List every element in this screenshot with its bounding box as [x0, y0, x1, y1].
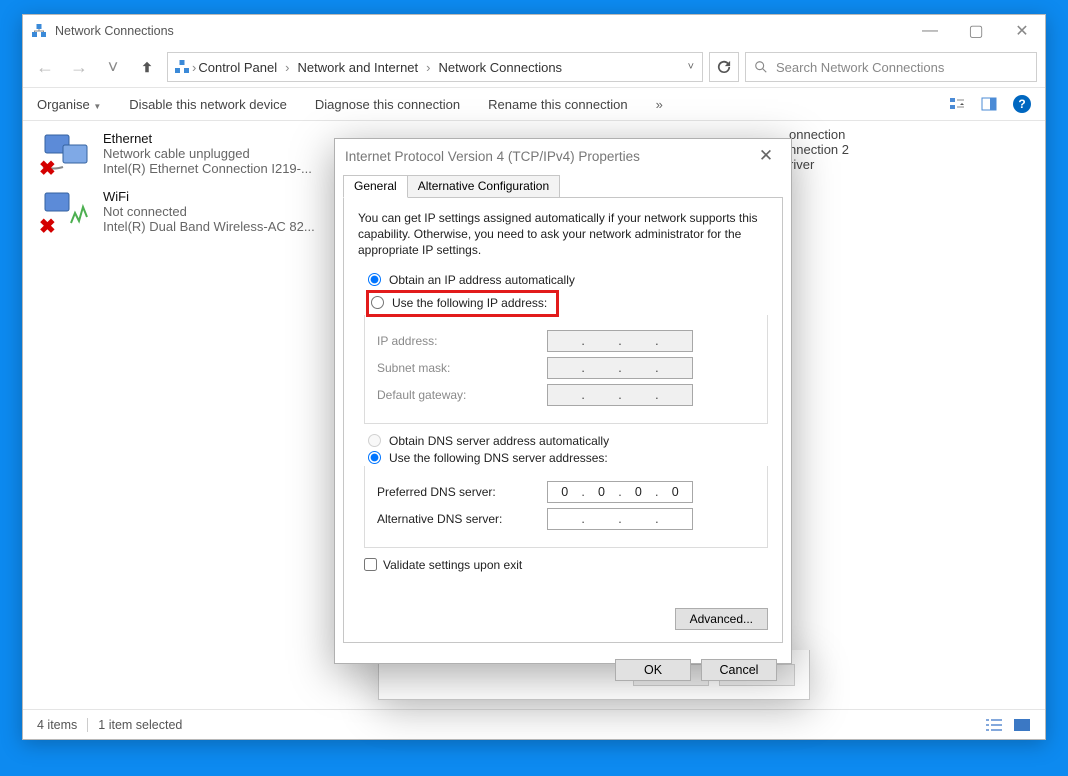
help-icon[interactable]: ?	[1013, 95, 1031, 113]
network-icon	[31, 23, 47, 39]
search-placeholder: Search Network Connections	[776, 60, 944, 75]
row-preferred-dns: Preferred DNS server: 0. 0. 0. 0	[377, 481, 755, 503]
radio-ip-auto-input[interactable]	[368, 273, 381, 286]
ipv4-properties-dialog: Internet Protocol Version 4 (TCP/IPv4) P…	[334, 138, 792, 664]
rename-button[interactable]: Rename this connection	[488, 97, 627, 112]
connection-name: Ethernet	[103, 131, 312, 146]
chevron-right-icon: ›	[424, 60, 432, 75]
dialog-button-row: OK Cancel	[335, 651, 791, 693]
toolbar-overflow[interactable]: »	[656, 97, 663, 112]
obscured-connection-text: onnection nnection 2 river	[789, 127, 919, 172]
disable-device-button[interactable]: Disable this network device	[129, 97, 287, 112]
error-x-icon: ✖	[39, 156, 56, 181]
label-alternative-dns: Alternative DNS server:	[377, 512, 547, 526]
location-icon	[174, 59, 190, 75]
item-count: 4 items	[37, 718, 77, 732]
radio-dns-manual[interactable]: Use the following DNS server addresses:	[368, 451, 768, 465]
dialog-tabs: General Alternative Configuration	[335, 175, 791, 198]
dialog-title: Internet Protocol Version 4 (TCP/IPv4) P…	[345, 149, 640, 164]
status-bar: 4 items 1 item selected	[23, 709, 1045, 739]
tab-alternative-configuration[interactable]: Alternative Configuration	[407, 175, 560, 198]
checkbox-validate-on-exit[interactable]: Validate settings upon exit	[364, 558, 768, 572]
checkbox-validate-input[interactable]	[364, 558, 377, 571]
tab-general-body: You can get IP settings assigned automat…	[343, 197, 783, 643]
close-button[interactable]: ✕	[999, 15, 1045, 47]
up-button[interactable]	[133, 53, 161, 81]
dns-fieldset: Preferred DNS server: 0. 0. 0. 0 Alterna…	[364, 466, 768, 548]
breadcrumb-item[interactable]: Network and Internet	[297, 60, 418, 75]
radio-dns-auto-input	[368, 434, 381, 447]
connection-status: Network cable unplugged	[103, 146, 312, 161]
dialog-titlebar: Internet Protocol Version 4 (TCP/IPv4) P…	[335, 139, 791, 173]
row-subnet-mask: Subnet mask: ...	[377, 357, 755, 379]
ip-fieldset: IP address: ... Subnet mask: ... Default…	[364, 315, 768, 424]
maximize-button[interactable]: ▢	[953, 15, 999, 47]
highlight-use-following-ip: Use the following IP address:	[366, 290, 559, 317]
label-default-gateway: Default gateway:	[377, 388, 547, 402]
nav-row: ← → ˅ › Control Panel › Network and Inte…	[23, 47, 1045, 87]
input-alternative-dns[interactable]: ...	[547, 508, 693, 530]
input-ip-address: ...	[547, 330, 693, 352]
connection-ethernet[interactable]: ✖ Ethernet Network cable unplugged Intel…	[39, 127, 349, 185]
radio-ip-manual[interactable]: Use the following IP address:	[371, 296, 547, 310]
forward-button[interactable]: →	[65, 53, 93, 81]
address-bar[interactable]: › Control Panel › Network and Internet ›…	[167, 52, 703, 82]
large-icons-view-icon[interactable]	[1013, 718, 1031, 732]
search-icon	[754, 60, 768, 74]
label-subnet-mask: Subnet mask:	[377, 361, 547, 375]
row-ip-address: IP address: ...	[377, 330, 755, 352]
window-title: Network Connections	[55, 24, 174, 38]
connection-wifi[interactable]: ✖ WiFi Not connected Intel(R) Dual Band …	[39, 185, 349, 243]
breadcrumb-item[interactable]: Control Panel	[198, 60, 277, 75]
preview-pane-icon[interactable]	[981, 96, 997, 112]
connection-status: Not connected	[103, 204, 315, 219]
ok-button[interactable]: OK	[615, 659, 691, 681]
error-x-icon: ✖	[39, 214, 56, 239]
breadcrumb-item[interactable]: Network Connections	[439, 60, 563, 75]
cancel-button[interactable]: Cancel	[701, 659, 777, 681]
dialog-close-button[interactable]: ✕	[751, 146, 781, 166]
connection-name: WiFi	[103, 189, 315, 204]
back-button[interactable]: ←	[31, 53, 59, 81]
advanced-button[interactable]: Advanced...	[675, 608, 768, 630]
radio-dns-auto[interactable]: Obtain DNS server address automatically	[368, 434, 768, 448]
selected-count: 1 item selected	[98, 718, 182, 732]
input-default-gateway: ...	[547, 384, 693, 406]
label-ip-address: IP address:	[377, 334, 547, 348]
radio-ip-manual-input[interactable]	[371, 296, 384, 309]
input-subnet-mask: ...	[547, 357, 693, 379]
toolbar: Organise ▼ Disable this network device D…	[23, 87, 1045, 121]
input-preferred-dns[interactable]: 0. 0. 0. 0	[547, 481, 693, 503]
address-dropdown[interactable]: ˅	[688, 61, 696, 73]
view-options-icon[interactable]	[949, 96, 965, 112]
chevron-right-icon: ›	[190, 60, 198, 75]
row-default-gateway: Default gateway: ...	[377, 384, 755, 406]
organise-menu[interactable]: Organise ▼	[37, 97, 101, 112]
wifi-icon: ✖	[41, 189, 93, 237]
connection-adapter: Intel(R) Ethernet Connection I219-...	[103, 161, 312, 176]
tab-general[interactable]: General	[343, 175, 408, 198]
recent-dropdown[interactable]: ˅	[99, 53, 127, 81]
minimize-button[interactable]: —	[907, 15, 953, 47]
titlebar: Network Connections — ▢ ✕	[23, 15, 1045, 47]
row-alternative-dns: Alternative DNS server: ...	[377, 508, 755, 530]
connection-adapter: Intel(R) Dual Band Wireless-AC 82...	[103, 219, 315, 234]
label-preferred-dns: Preferred DNS server:	[377, 485, 547, 499]
info-text: You can get IP settings assigned automat…	[358, 210, 768, 259]
diagnose-button[interactable]: Diagnose this connection	[315, 97, 460, 112]
radio-ip-auto[interactable]: Obtain an IP address automatically	[368, 273, 768, 287]
ethernet-icon: ✖	[41, 131, 93, 179]
details-view-icon[interactable]	[985, 718, 1003, 732]
search-input[interactable]: Search Network Connections	[745, 52, 1037, 82]
chevron-right-icon: ›	[283, 60, 291, 75]
radio-dns-manual-input[interactable]	[368, 451, 381, 464]
refresh-button[interactable]	[709, 52, 739, 82]
